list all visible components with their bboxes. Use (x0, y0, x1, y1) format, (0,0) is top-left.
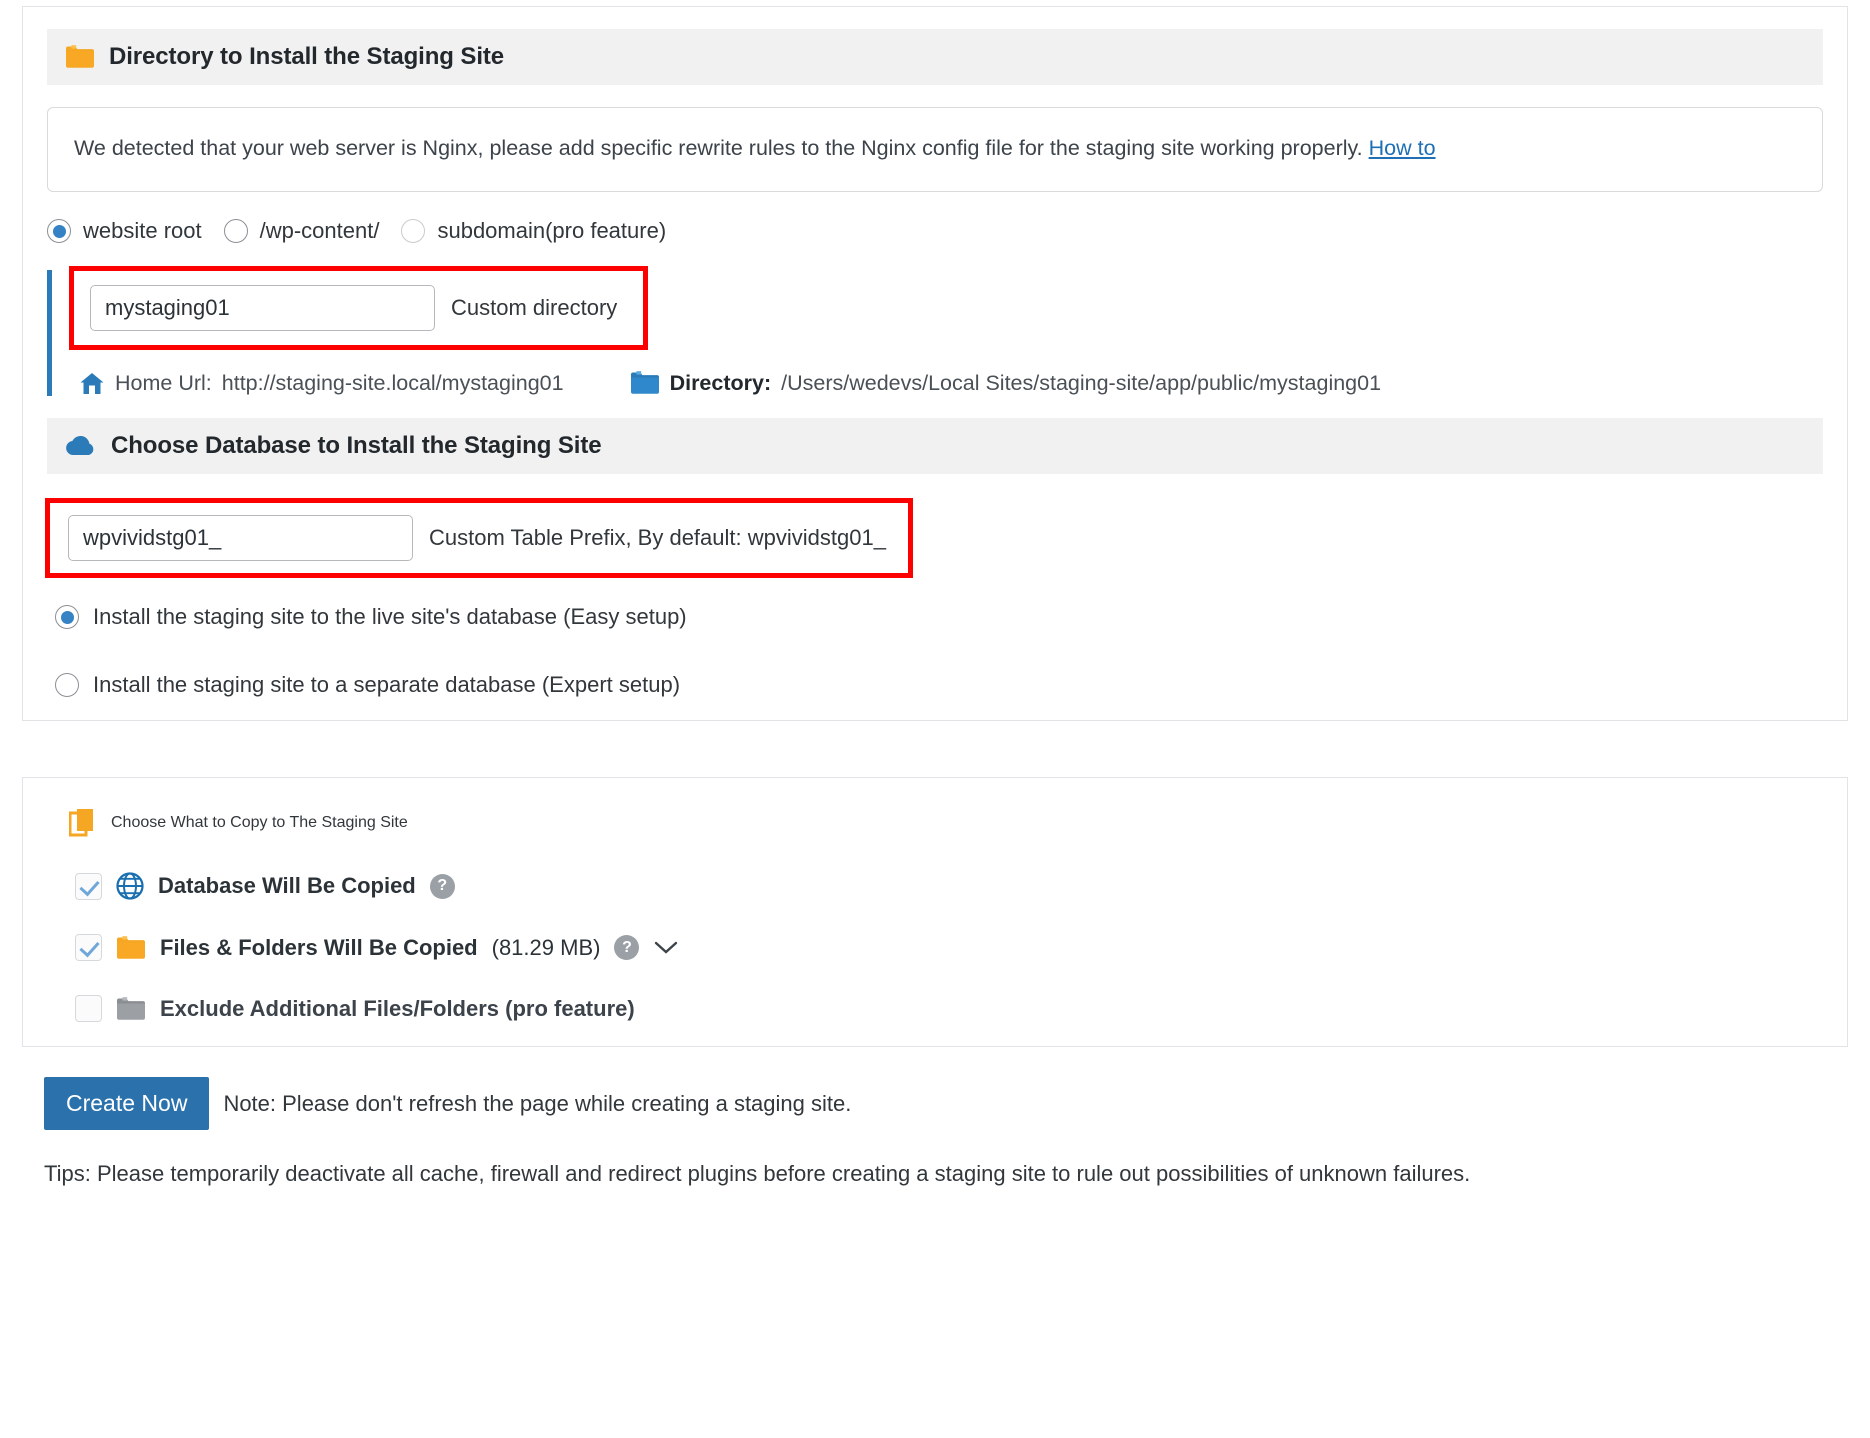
chevron-down-icon[interactable] (653, 939, 679, 957)
cloud-icon (65, 435, 97, 457)
create-now-button[interactable]: Create Now (44, 1077, 210, 1131)
create-note: Note: Please don't refresh the page whil… (223, 1090, 852, 1116)
database-section-title: Choose Database to Install the Staging S… (111, 432, 602, 460)
radio-subdomain-label: subdomain(pro feature) (437, 218, 667, 244)
folder-open-icon (116, 935, 146, 961)
table-prefix-block: Custom Table Prefix, By default: wpvivid… (45, 498, 1847, 579)
radio-website-root[interactable] (47, 219, 71, 244)
copy-options-panel: Choose What to Copy to The Staging Site … (22, 777, 1848, 1048)
custom-directory-block: Custom directory Home Url: http://stagin… (47, 266, 1823, 397)
help-icon-files-folders[interactable]: ? (614, 935, 640, 961)
checkbox-files-folders[interactable] (75, 934, 102, 962)
copy-item-database[interactable]: Database Will Be Copied ? (75, 872, 1847, 900)
copy-section-title: Choose What to Copy to The Staging Site (111, 814, 408, 832)
copy-item-files-folders-size: (81.29 MB) (491, 934, 601, 960)
panel-separator (22, 721, 1848, 777)
radio-wp-content-label: /wp-content/ (259, 218, 380, 244)
help-icon-database[interactable]: ? (429, 873, 455, 899)
db-option-expert-setup[interactable]: Install the staging site to a separate d… (55, 672, 1847, 698)
directory-path-label: Directory: (669, 370, 772, 395)
table-prefix-highlight: Custom Table Prefix, By default: wpvivid… (45, 498, 913, 579)
table-prefix-input[interactable] (68, 515, 413, 562)
directory-section-header: Directory to Install the Staging Site (47, 29, 1823, 85)
footer-actions: Create Now Note: Please don't refresh th… (44, 1077, 1848, 1131)
directory-section-title: Directory to Install the Staging Site (109, 43, 505, 70)
install-location-options: website root /wp-content/ subdomain(pro … (47, 218, 1823, 244)
copy-item-database-label: Database Will Be Copied (158, 873, 416, 899)
directory-meta: Home Url: http://staging-site.local/myst… (79, 370, 1823, 396)
folder-open-icon (65, 44, 95, 70)
globe-icon (116, 872, 144, 900)
folder-muted-icon (116, 996, 146, 1022)
radio-subdomain[interactable] (401, 219, 426, 244)
nginx-notice: We detected that your web server is Ngin… (47, 107, 1823, 193)
radio-easy-setup[interactable] (55, 605, 79, 630)
custom-directory-input[interactable] (90, 285, 435, 332)
home-icon (79, 371, 105, 396)
staging-site-setup-page: Directory to Install the Staging Site We… (0, 0, 1870, 1190)
radio-expert-setup[interactable] (55, 673, 79, 698)
copy-section-header: Choose What to Copy to The Staging Site (69, 808, 1847, 838)
directory-path-value: /Users/wedevs/Local Sites/staging-site/a… (781, 370, 1382, 395)
home-url-label: Home Url: (115, 370, 212, 395)
folder-blue-icon (630, 370, 660, 396)
accent-bar (47, 270, 52, 397)
directory-and-database-panel: Directory to Install the Staging Site We… (22, 6, 1848, 722)
checkbox-database[interactable] (75, 872, 102, 900)
db-option-easy-setup[interactable]: Install the staging site to the live sit… (55, 604, 1847, 630)
radio-wp-content[interactable] (223, 219, 248, 244)
tips-text: Tips: Please temporarily deactivate all … (44, 1161, 1471, 1187)
home-url-value: http://staging-site.local/mystaging01 (221, 370, 564, 395)
nginx-notice-text: We detected that your web server is Ngin… (74, 136, 1369, 160)
copy-item-exclude-label: Exclude Additional Files/Folders (pro fe… (160, 995, 635, 1021)
how-to-link[interactable]: How to (1369, 136, 1436, 160)
custom-directory-highlight: Custom directory (69, 266, 649, 351)
db-option-expert-setup-label: Install the staging site to a separate d… (93, 672, 681, 698)
copy-item-files-folders[interactable]: Files & Folders Will Be Copied (81.29 MB… (75, 934, 1847, 962)
custom-directory-hint: Custom directory (451, 295, 618, 321)
copy-item-exclude[interactable]: Exclude Additional Files/Folders (pro fe… (75, 995, 1847, 1023)
copy-icon (69, 808, 97, 838)
database-section-header: Choose Database to Install the Staging S… (47, 418, 1823, 475)
db-option-easy-setup-label: Install the staging site to the live sit… (93, 604, 687, 630)
checkbox-exclude[interactable] (75, 995, 102, 1023)
table-prefix-hint: Custom Table Prefix, By default: wpvivid… (429, 525, 886, 551)
radio-website-root-label: website root (83, 218, 202, 244)
copy-item-files-folders-label: Files & Folders Will Be Copied (160, 934, 478, 960)
